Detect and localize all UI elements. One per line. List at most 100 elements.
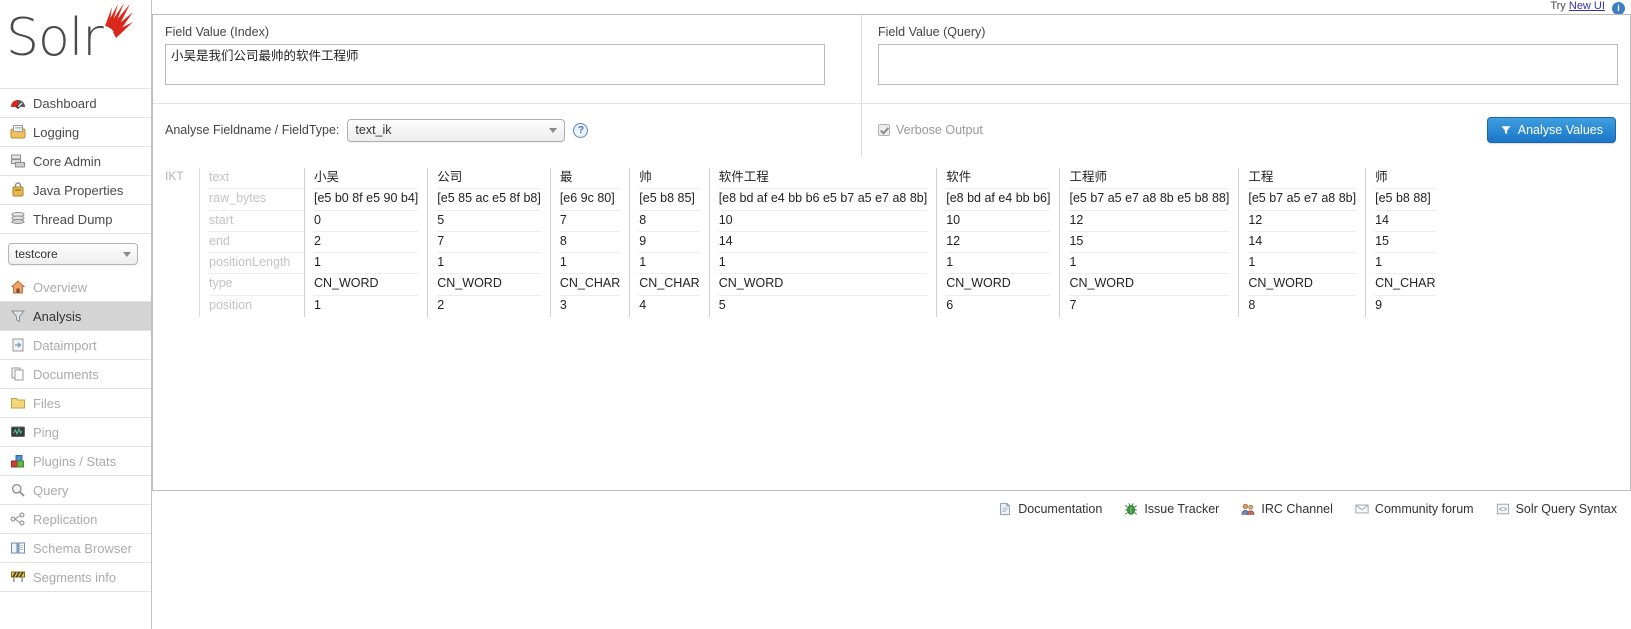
funnel-icon: [10, 308, 26, 324]
token-type: CN_WORD: [946, 274, 1051, 296]
token-raw-bytes: [e5 b8 85]: [639, 189, 700, 211]
token-position: 1: [314, 297, 321, 312]
analysis-results-table: IKT text raw_bytes start end positionLen…: [153, 156, 1630, 318]
token-column: 软件 [e8 bd af e4 bb b6] 10 12 1 CN_WORD 6: [936, 168, 1059, 318]
sidebar-item-label: Files: [33, 395, 61, 411]
sidebar-item-core-admin[interactable]: Core Admin: [0, 147, 151, 176]
fieldtype-label: Analyse Fieldname / FieldType:: [165, 123, 340, 137]
analyse-values-button[interactable]: Analyse Values: [1486, 117, 1616, 143]
token-text: 软件工程: [718, 168, 928, 190]
token-position-length: 1: [946, 253, 1051, 275]
magnifier-icon: [10, 482, 26, 498]
core-selector[interactable]: testcore: [8, 243, 138, 265]
token-text: 工程师: [1069, 168, 1230, 190]
token-start: 10: [946, 211, 1051, 232]
sidebar-item-thread-dump[interactable]: Thread Dump: [0, 205, 151, 234]
sidebar-item-documents[interactable]: Documents: [0, 360, 151, 389]
token-end: 12: [946, 232, 1051, 254]
plugins-blocks-icon: [10, 453, 26, 469]
token-position-length: 1: [1248, 253, 1357, 275]
sidebar-item-ping[interactable]: Ping: [0, 418, 151, 447]
token-end: 8: [559, 232, 621, 254]
sidebar-item-label: Java Properties: [33, 182, 124, 198]
info-icon[interactable]: i: [1612, 2, 1625, 14]
folder-icon: [10, 395, 26, 411]
chevron-down-icon: [123, 251, 131, 257]
field-query-input[interactable]: [878, 44, 1618, 85]
documents-icon: [10, 366, 26, 382]
token-position: 6: [946, 297, 954, 312]
sidebar-item-replication[interactable]: Replication: [0, 505, 151, 534]
sidebar-item-label: Overview: [33, 279, 88, 295]
token-text: 小吴: [314, 168, 419, 190]
footer-links: Documentation Issue Tracker IRC Channel …: [152, 492, 1631, 516]
token-position-length: 1: [639, 253, 700, 275]
token-type: CN_CHAR: [559, 274, 621, 296]
token-column: 工程 [e5 b7 a5 e7 a8 8b] 12 14 1 CN_WORD 8: [1238, 168, 1365, 318]
token-start: 12: [1069, 211, 1230, 232]
svg-text:<>: <>: [1498, 507, 1506, 515]
chevron-down-icon: [549, 127, 558, 133]
verbose-output-toggle[interactable]: Verbose Output: [878, 123, 983, 137]
footer-link-issue-tracker[interactable]: Issue Tracker: [1124, 502, 1219, 516]
sidebar-item-schema-browser[interactable]: Schema Browser: [0, 534, 151, 563]
token-start: 8: [639, 211, 700, 232]
sidebar-item-files[interactable]: Files: [0, 389, 151, 418]
token-column: 公司 [e5 85 ac e5 8f b8] 5 7 1 CN_WORD 2: [427, 168, 550, 318]
sidebar-item-label: Query: [33, 482, 69, 498]
token-position: 8: [1248, 297, 1256, 312]
token-column: 工程师 [e5 b7 a5 e7 a8 8b e5 b8 88] 12 15 1…: [1059, 168, 1238, 318]
footer-link-documentation[interactable]: Documentation: [998, 502, 1102, 516]
footer-link-label: Documentation: [1018, 502, 1103, 516]
sidebar-item-overview[interactable]: Overview: [0, 273, 151, 302]
new-ui-link[interactable]: New UI: [1569, 0, 1605, 12]
footer-link-solr-query-syntax[interactable]: <> Solr Query Syntax: [1496, 502, 1617, 516]
sidebar-item-logging[interactable]: Logging: [0, 118, 151, 147]
footer-link-irc-channel[interactable]: IRC Channel: [1241, 502, 1333, 516]
token-raw-bytes: [e8 bd af e4 bb b6]: [946, 189, 1051, 211]
fieldtype-select[interactable]: text_ik: [347, 118, 566, 142]
token-position: 5: [718, 297, 726, 312]
attr-label: positionLength: [209, 253, 304, 275]
sidebar-item-label: Ping: [33, 424, 60, 440]
analyzer-label: IKT: [165, 169, 184, 183]
dataimport-icon: [10, 337, 26, 353]
dashboard-gauge-icon: [10, 95, 26, 111]
token-type: CN_WORD: [437, 274, 541, 296]
sidebar-item-label: Replication: [33, 511, 98, 527]
footer-link-label: Solr Query Syntax: [1515, 502, 1617, 516]
nav-main: Dashboard Logging Core Admin Java Proper…: [0, 88, 151, 234]
footer: Documentation Issue Tracker IRC Channel …: [152, 492, 1631, 532]
sidebar-item-analysis[interactable]: Analysis: [0, 302, 151, 331]
envelope-icon: [1355, 502, 1369, 516]
token-end: 14: [718, 232, 928, 254]
help-question-icon[interactable]: ?: [573, 122, 589, 138]
verbose-label: Verbose Output: [896, 123, 983, 137]
token-position-length: 1: [314, 253, 419, 275]
sidebar-item-dataimport[interactable]: Dataimport: [0, 331, 151, 360]
controls-row: Analyse Fieldname / FieldType: text_ik ?…: [153, 103, 1630, 157]
home-icon: [10, 279, 26, 295]
logging-tray-icon: [10, 124, 26, 140]
footer-link-label: IRC Channel: [1261, 502, 1333, 516]
sidebar-item-plugins-stats[interactable]: Plugins / Stats: [0, 447, 151, 476]
token-end: 15: [1069, 232, 1230, 254]
solr-admin-page: Try New UI i Solr Dashboard Logging Core…: [0, 0, 1631, 629]
barrier-icon: [10, 569, 26, 585]
sidebar-item-dashboard[interactable]: Dashboard: [0, 89, 151, 118]
token-start: 7: [559, 211, 621, 232]
funnel-icon: [1500, 124, 1512, 136]
sidebar-item-segments-info[interactable]: Segments info: [0, 563, 151, 592]
field-index-input[interactable]: [165, 44, 825, 85]
verbose-checkbox[interactable]: [878, 124, 890, 136]
solr-sunburst-icon: [105, 3, 133, 38]
footer-link-community-forum[interactable]: Community forum: [1355, 502, 1474, 516]
token-position: 3: [559, 297, 567, 312]
logo[interactable]: Solr: [0, 0, 151, 88]
try-label: Try: [1550, 0, 1566, 12]
sidebar-item-java-properties[interactable]: Java Properties: [0, 176, 151, 205]
token-column: 最 [e6 9c 80] 7 8 1 CN_CHAR 3: [549, 168, 629, 318]
token-position-length: 1: [1375, 253, 1436, 275]
sidebar-item-query[interactable]: Query: [0, 476, 151, 505]
token-text: 软件: [946, 168, 1051, 190]
